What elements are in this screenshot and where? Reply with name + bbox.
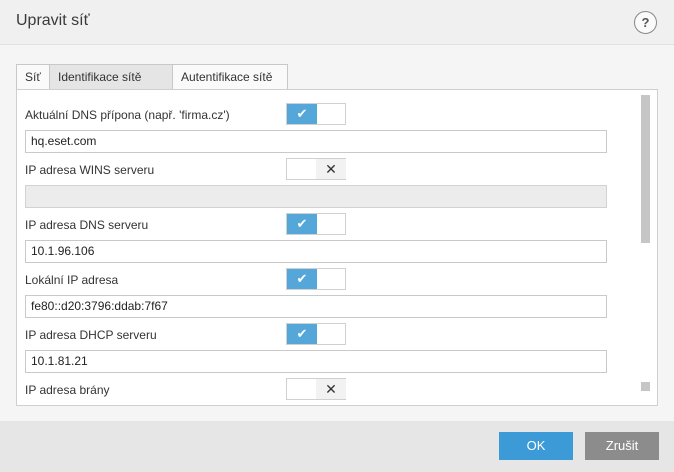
local-ip-field[interactable]: fe80::d20:3796:ddab:7f67 <box>25 295 607 318</box>
tab-autentifikace-site[interactable]: Autentifikace sítě <box>172 64 288 90</box>
wins-server-field <box>25 185 607 208</box>
dns-server-field[interactable]: 10.1.96.106 <box>25 240 607 263</box>
cross-icon: ✕ <box>316 379 346 399</box>
gateway-toggle[interactable]: ✕ <box>286 378 346 400</box>
dns-suffix-toggle[interactable]: ✔ <box>286 103 346 125</box>
vertical-scrollbar[interactable] <box>639 90 650 405</box>
dialog-title: Upravit síť <box>16 12 90 29</box>
help-icon[interactable]: ? <box>634 11 657 34</box>
cross-icon: ✕ <box>316 159 346 179</box>
gateway-label: IP adresa brány <box>25 383 110 397</box>
wins-server-toggle[interactable]: ✕ <box>286 158 346 180</box>
dns-suffix-label: Aktuální DNS přípona (např. 'firma.cz') <box>25 108 230 122</box>
dns-server-label: IP adresa DNS serveru <box>25 218 149 232</box>
dialog-footer: OK Zrušit <box>0 421 674 472</box>
check-icon: ✔ <box>287 104 317 124</box>
check-icon: ✔ <box>287 214 317 234</box>
scrollbar-thumb[interactable] <box>641 95 650 243</box>
dhcp-server-label: IP adresa DHCP serveru <box>25 328 157 342</box>
dialog-header: Upravit síť ? <box>0 0 674 45</box>
scroll-down-arrow[interactable] <box>641 382 650 391</box>
check-icon: ✔ <box>287 324 317 344</box>
dhcp-server-toggle[interactable]: ✔ <box>286 323 346 345</box>
settings-panel: Aktuální DNS přípona (např. 'firma.cz') … <box>16 89 658 406</box>
wins-server-label: IP adresa WINS serveru <box>25 163 155 177</box>
cancel-button[interactable]: Zrušit <box>585 432 659 460</box>
local-ip-label: Lokální IP adresa <box>25 273 119 287</box>
dns-server-toggle[interactable]: ✔ <box>286 213 346 235</box>
dialog-content: Síť Identifikace sítě Autentifikace sítě… <box>0 45 674 421</box>
dhcp-server-field[interactable]: 10.1.81.21 <box>25 350 607 373</box>
ok-button[interactable]: OK <box>499 432 573 460</box>
check-icon: ✔ <box>287 269 317 289</box>
tab-sit[interactable]: Síť <box>16 64 50 90</box>
tab-identifikace-site[interactable]: Identifikace sítě <box>49 64 173 90</box>
dns-suffix-field[interactable]: hq.eset.com <box>25 130 607 153</box>
local-ip-toggle[interactable]: ✔ <box>286 268 346 290</box>
